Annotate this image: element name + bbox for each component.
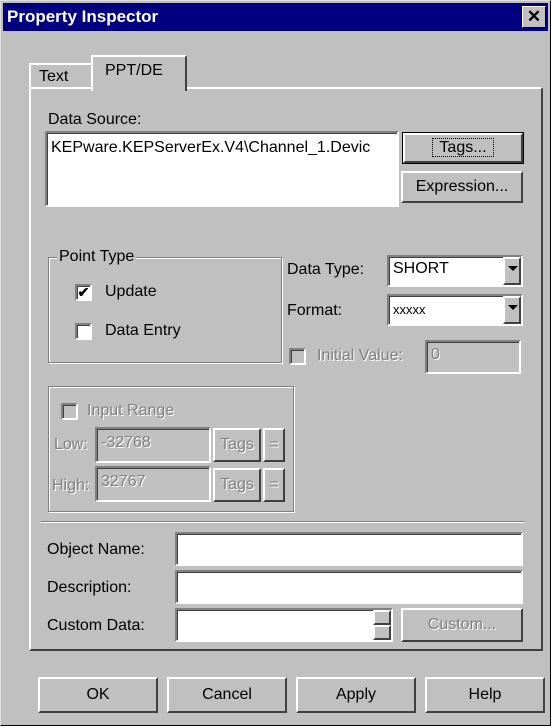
data-entry-label: Data Entry [105, 322, 181, 339]
high-tags-label: Tags [220, 476, 254, 493]
chevron-down-icon[interactable] [503, 296, 521, 324]
cancel-button[interactable]: Cancel [167, 677, 287, 713]
tags-button-label: Tags... [432, 138, 494, 157]
object-name-label: Object Name: [47, 541, 145, 558]
high-value: 32767 [101, 473, 146, 490]
data-type-select[interactable]: SHORT [387, 255, 523, 287]
custom-data-field[interactable] [175, 608, 393, 642]
point-type-group [48, 257, 282, 363]
spin-down-icon[interactable] [373, 625, 391, 640]
format-value: xxxxx [393, 302, 426, 317]
apply-button[interactable]: Apply [296, 677, 416, 713]
chevron-down-icon[interactable] [503, 257, 521, 285]
spin-up-icon[interactable] [373, 610, 391, 625]
low-field[interactable]: -32768 [95, 427, 211, 463]
data-type-label: Data Type: [287, 261, 365, 278]
custom-button-label: Custom... [427, 616, 497, 633]
low-tags-button[interactable]: Tags [213, 428, 261, 462]
data-type-value: SHORT [393, 260, 449, 277]
tags-button[interactable]: Tags... [402, 132, 524, 164]
input-range-label: Input Range [87, 402, 175, 419]
input-range-checkbox[interactable] [61, 403, 78, 420]
data-source-field[interactable]: KEPware.KEPServerEx.V4\Channel_1.Devic [45, 131, 399, 207]
high-field[interactable]: 32767 [95, 466, 211, 502]
high-label: High: [52, 477, 90, 494]
check-icon: ✔ [77, 284, 90, 300]
low-tags-label: Tags [220, 436, 254, 453]
separator [41, 521, 525, 523]
panel-content: Data Source: KEPware.KEPServerEx.V4\Chan… [1, 1, 551, 727]
description-label: Description: [47, 579, 132, 596]
low-eq-label: = [269, 436, 279, 453]
point-type-title: Point Type [57, 248, 137, 266]
apply-label: Apply [335, 686, 377, 703]
low-value: -32768 [101, 434, 151, 451]
property-inspector-window: Property Inspector ✕ Text PPT/DE Data So… [0, 0, 551, 726]
custom-button[interactable]: Custom... [401, 608, 523, 642]
format-select[interactable]: xxxxx [387, 294, 523, 326]
expression-button-label: Expression... [415, 178, 509, 195]
data-source-value: KEPware.KEPServerEx.V4\Channel_1.Devic [51, 139, 371, 156]
description-field[interactable] [175, 570, 523, 604]
update-checkbox[interactable]: ✔ [75, 284, 92, 301]
high-tags-button[interactable]: Tags [213, 468, 261, 502]
data-source-label: Data Source: [48, 111, 142, 128]
ok-label: OK [86, 686, 110, 703]
expression-button[interactable]: Expression... [401, 171, 523, 203]
initial-value-value: 0 [431, 346, 440, 363]
cancel-label: Cancel [202, 686, 252, 703]
object-name-field[interactable] [175, 532, 523, 566]
help-label: Help [468, 686, 502, 703]
initial-value-checkbox[interactable] [289, 348, 306, 365]
custom-data-label: Custom Data: [47, 617, 145, 634]
format-label: Format: [287, 302, 343, 319]
low-label: Low: [54, 436, 88, 453]
initial-value-field[interactable]: 0 [425, 340, 521, 374]
high-eq-label: = [269, 476, 279, 493]
data-entry-checkbox[interactable] [75, 323, 92, 340]
low-eq-button[interactable]: = [263, 428, 285, 462]
help-button[interactable]: Help [425, 677, 545, 713]
initial-value-label: Initial Value: [317, 347, 403, 364]
high-eq-button[interactable]: = [263, 468, 285, 502]
ok-button[interactable]: OK [38, 677, 158, 713]
update-label: Update [105, 283, 157, 300]
